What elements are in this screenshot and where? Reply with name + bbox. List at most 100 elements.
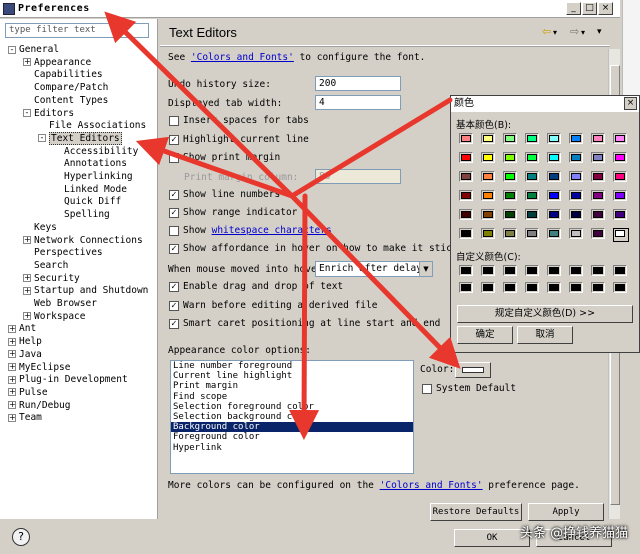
basic-color-swatch[interactable] bbox=[547, 209, 561, 220]
expand-icon[interactable]: + bbox=[8, 388, 16, 397]
basic-color-swatch[interactable] bbox=[613, 171, 627, 182]
basic-color-swatch[interactable] bbox=[481, 133, 495, 144]
tree-item[interactable]: + Startup and Shutdown bbox=[23, 284, 148, 297]
tree-item[interactable]: Spelling bbox=[53, 208, 110, 221]
option-checkbox[interactable]: ✓ bbox=[169, 319, 179, 329]
custom-color-swatch[interactable] bbox=[569, 265, 583, 276]
color-option-item[interactable]: Hyperlink bbox=[171, 443, 413, 453]
expand-icon[interactable]: + bbox=[8, 401, 16, 410]
show-whitespace-checkbox[interactable] bbox=[169, 226, 179, 236]
color-option-item[interactable]: Current line highlight bbox=[171, 371, 413, 381]
system-default-checkbox[interactable] bbox=[422, 384, 432, 394]
maximize-button[interactable]: □ bbox=[582, 2, 597, 15]
basic-color-swatch[interactable] bbox=[569, 133, 583, 144]
forward-icon[interactable]: ⇨ bbox=[570, 25, 579, 38]
basic-color-swatch[interactable] bbox=[459, 228, 473, 239]
basic-color-swatch[interactable] bbox=[569, 190, 583, 201]
custom-color-swatch[interactable] bbox=[525, 282, 539, 293]
basic-color-swatch[interactable] bbox=[547, 190, 561, 201]
tree-item[interactable]: + MyEclipse bbox=[8, 361, 70, 374]
basic-color-swatch[interactable] bbox=[547, 171, 561, 182]
tree-item[interactable]: Accessibility bbox=[53, 145, 138, 158]
dialog-close-icon[interactable]: × bbox=[624, 97, 637, 110]
tree-item[interactable]: + Help bbox=[8, 335, 42, 348]
basic-color-swatch[interactable] bbox=[613, 190, 627, 201]
tree-item[interactable]: + Appearance bbox=[23, 56, 91, 69]
expand-icon[interactable]: + bbox=[8, 350, 16, 359]
tree-item[interactable]: Hyperlinking bbox=[53, 170, 133, 183]
basic-color-swatch[interactable] bbox=[613, 209, 627, 220]
color-options-list[interactable]: Line number foreground Current line highl… bbox=[170, 360, 414, 474]
tree-item[interactable]: + Ant bbox=[8, 322, 36, 335]
back-icon[interactable]: ⇦ bbox=[542, 25, 551, 38]
basic-color-swatch[interactable] bbox=[525, 171, 539, 182]
colors-fonts-link[interactable]: 'Colors and Fonts' bbox=[191, 52, 294, 63]
custom-color-swatch[interactable] bbox=[481, 265, 495, 276]
option-checkbox[interactable]: ✓ bbox=[169, 300, 179, 311]
color-option-item[interactable]: Background color bbox=[171, 422, 413, 433]
tree-item[interactable]: Compare/Patch bbox=[23, 81, 108, 94]
basic-color-swatch[interactable] bbox=[591, 171, 605, 182]
basic-color-swatch[interactable] bbox=[569, 228, 583, 239]
basic-color-swatch[interactable] bbox=[591, 228, 605, 239]
collapse-icon[interactable]: - bbox=[8, 45, 16, 54]
basic-color-swatch[interactable] bbox=[591, 209, 605, 220]
color-option-item[interactable]: Line number foreground bbox=[171, 361, 413, 371]
basic-color-swatch[interactable] bbox=[481, 190, 495, 201]
tree-item[interactable]: + Workspace bbox=[23, 310, 85, 323]
tree-item[interactable]: - General bbox=[8, 43, 59, 56]
page-menu-icon[interactable]: ▾ bbox=[597, 27, 602, 37]
basic-color-swatch[interactable] bbox=[503, 228, 517, 239]
basic-color-swatch[interactable] bbox=[459, 190, 473, 201]
basic-color-swatch[interactable] bbox=[569, 209, 583, 220]
basic-color-swatch[interactable] bbox=[525, 152, 539, 163]
tree-item[interactable]: Annotations bbox=[53, 157, 127, 170]
dialog-cancel-button[interactable]: 取消 bbox=[517, 326, 573, 344]
custom-color-swatch[interactable] bbox=[525, 265, 539, 276]
basic-color-swatch[interactable] bbox=[569, 152, 583, 163]
color-option-item[interactable]: Foreground color bbox=[171, 432, 413, 442]
custom-color-swatch[interactable] bbox=[613, 265, 627, 276]
basic-color-swatch[interactable] bbox=[613, 152, 627, 163]
tree-item[interactable]: Capabilities bbox=[23, 68, 103, 81]
basic-color-swatch[interactable] bbox=[591, 190, 605, 201]
define-custom-colors-button[interactable]: 规定自定义颜色(D) >> bbox=[457, 305, 633, 323]
undo-history-input[interactable]: 200 bbox=[315, 76, 401, 91]
custom-color-swatch[interactable] bbox=[459, 282, 473, 293]
minimize-button[interactable]: _ bbox=[566, 2, 581, 15]
option-checkbox[interactable]: ✓ bbox=[169, 208, 179, 218]
tree-item[interactable]: - Editors bbox=[23, 107, 74, 120]
basic-color-swatch[interactable] bbox=[503, 190, 517, 201]
option-checkbox[interactable]: ✓ bbox=[169, 190, 179, 200]
dialog-ok-button[interactable]: 确定 bbox=[457, 326, 513, 344]
tree-item[interactable]: - Text Editors bbox=[38, 131, 122, 145]
custom-color-swatch[interactable] bbox=[547, 265, 561, 276]
color-option-item[interactable]: Print margin bbox=[171, 381, 413, 391]
basic-color-swatch[interactable] bbox=[459, 209, 473, 220]
custom-color-swatch[interactable] bbox=[569, 282, 583, 293]
tree-item[interactable]: Search bbox=[23, 259, 68, 272]
basic-color-swatch[interactable] bbox=[481, 209, 495, 220]
tree-item[interactable]: Content Types bbox=[23, 94, 108, 107]
tree-item[interactable]: + Team bbox=[8, 411, 42, 424]
option-checkbox[interactable]: ✓ bbox=[169, 134, 179, 145]
basic-color-swatch[interactable] bbox=[503, 152, 517, 163]
basic-color-swatch[interactable] bbox=[591, 133, 605, 144]
more-colors-link[interactable]: 'Colors and Fonts' bbox=[380, 480, 483, 491]
tree-item[interactable]: + Run/Debug bbox=[8, 399, 70, 412]
custom-color-swatch[interactable] bbox=[547, 282, 561, 293]
expand-icon[interactable]: + bbox=[8, 337, 16, 346]
help-icon[interactable]: ? bbox=[12, 528, 30, 546]
basic-color-swatch[interactable] bbox=[481, 228, 495, 239]
tree-item[interactable]: + Plug-in Development bbox=[8, 373, 128, 386]
basic-color-swatch[interactable] bbox=[613, 228, 629, 242]
option-checkbox[interactable]: ✓ bbox=[169, 282, 179, 292]
basic-color-swatch[interactable] bbox=[591, 152, 605, 163]
custom-color-swatch[interactable] bbox=[503, 282, 517, 293]
basic-color-swatch[interactable] bbox=[503, 171, 517, 182]
basic-color-swatch[interactable] bbox=[547, 133, 561, 144]
hover-combo[interactable]: Enrich after delay ▼ bbox=[315, 261, 433, 277]
tree-item[interactable]: File Associations bbox=[38, 119, 146, 132]
basic-color-swatch[interactable] bbox=[481, 152, 495, 163]
back-menu-icon[interactable]: ▾ bbox=[553, 28, 557, 37]
